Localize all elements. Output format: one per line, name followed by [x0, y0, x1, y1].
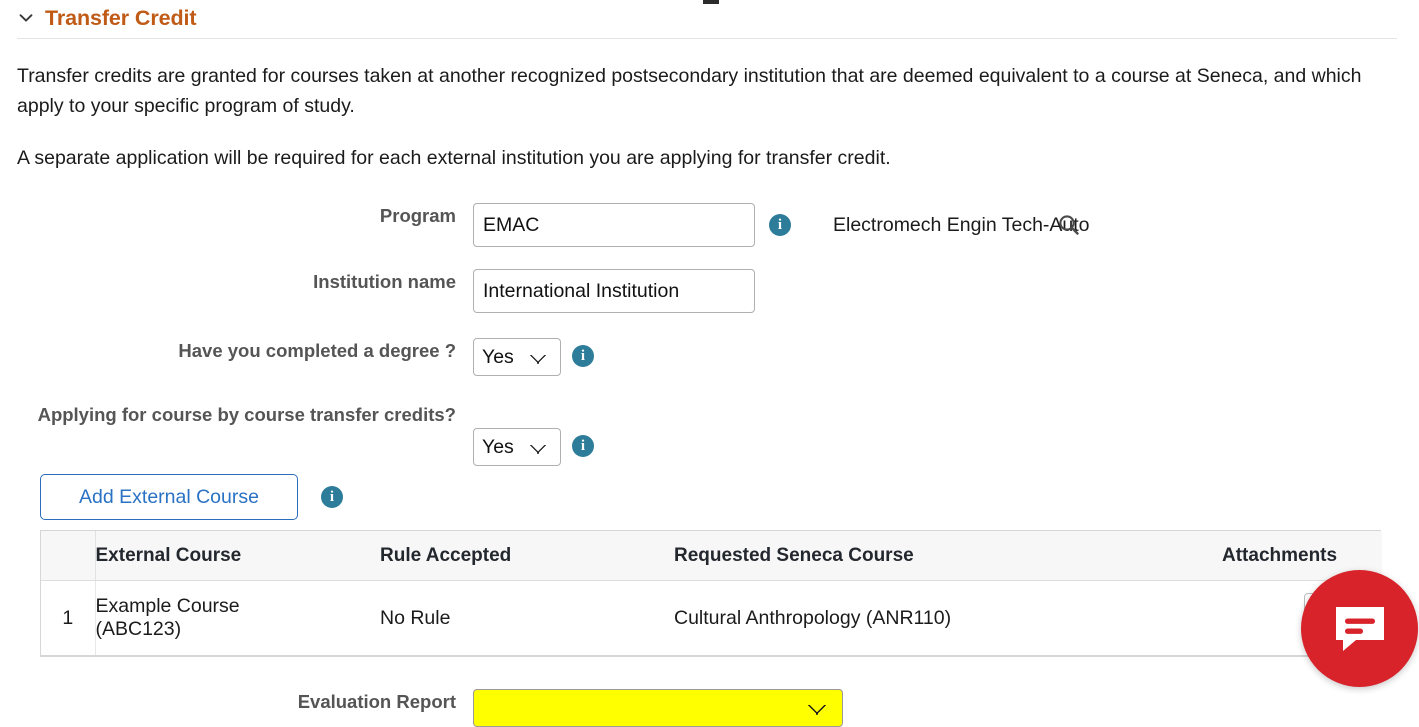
evaluation-report-control [473, 689, 843, 727]
cell-requested-seneca-course: Cultural Anthropology (ANR110) [674, 606, 952, 629]
column-header-external-course: External Course [95, 531, 380, 581]
evaluation-report-select[interactable] [473, 689, 843, 727]
intro-paragraph-2: A separate application will be required … [17, 147, 891, 169]
program-label: Program [379, 205, 456, 226]
program-info-icon[interactable]: i [769, 214, 791, 236]
scroll-artifact [703, 0, 719, 4]
column-header-requested-seneca-course: Requested Seneca Course [674, 531, 1222, 581]
row-number: 1 [41, 580, 96, 655]
cell-rule-accepted: No Rule [380, 606, 451, 629]
transfer-credit-form: Program i Electromech Engin Tech-Auto In… [0, 203, 1419, 727]
cell-external-course: Example Course (ABC123) [95, 581, 380, 656]
institution-label: Institution name [313, 271, 456, 292]
add-external-course-row: Add External Course i [40, 474, 1419, 520]
section-header[interactable]: Transfer Credit [0, 0, 1419, 36]
external-course-code: (ABC123) [95, 618, 182, 640]
institution-row: Institution name [0, 269, 1419, 313]
program-input[interactable] [473, 203, 755, 247]
course-by-course-select[interactable]: Yes [473, 428, 561, 466]
completed-degree-row: Have you completed a degree ? Yes i [0, 338, 1419, 376]
program-row: Program i Electromech Engin Tech-Auto [0, 203, 1419, 247]
completed-degree-select[interactable]: Yes [473, 338, 561, 376]
evaluation-report-label: Evaluation Report [297, 691, 456, 712]
program-control: i Electromech Engin Tech-Auto [473, 203, 1090, 247]
intro-paragraph-1: Transfer credits are granted for courses… [17, 65, 1362, 117]
completed-degree-label: Have you completed a degree ? [178, 340, 456, 361]
external-course-name: Example Course [95, 595, 240, 617]
chat-launcher-button[interactable] [1301, 570, 1418, 687]
institution-control [473, 269, 755, 313]
table-row: 1 Example Course (ABC123) No Rule Cultur… [41, 580, 1382, 656]
external-courses-table: External Course Rule Accepted Requested … [40, 530, 1382, 657]
add-external-course-info-icon[interactable]: i [321, 486, 343, 508]
completed-degree-control: Yes i [473, 338, 594, 376]
search-icon[interactable] [1056, 212, 1082, 238]
course-by-course-info-icon[interactable]: i [572, 435, 594, 457]
course-by-course-row: Applying for course by course transfer c… [0, 402, 1419, 466]
column-header-number [41, 531, 96, 581]
add-external-course-button[interactable]: Add External Course [40, 474, 298, 520]
course-by-course-label: Applying for course by course transfer c… [37, 404, 456, 425]
course-by-course-control: Yes i [473, 428, 594, 466]
program-description: Electromech Engin Tech-Auto [833, 214, 1090, 236]
header-divider [17, 38, 1397, 39]
institution-input[interactable] [473, 269, 755, 313]
chevron-down-icon[interactable] [17, 9, 35, 27]
table-header-row: External Course Rule Accepted Requested … [41, 531, 1382, 581]
page-title: Transfer Credit [45, 5, 197, 30]
evaluation-report-row: Evaluation Report [0, 689, 1419, 727]
chat-bubble-icon [1335, 606, 1384, 651]
completed-degree-info-icon[interactable]: i [572, 345, 594, 367]
column-header-rule-accepted: Rule Accepted [380, 531, 674, 581]
